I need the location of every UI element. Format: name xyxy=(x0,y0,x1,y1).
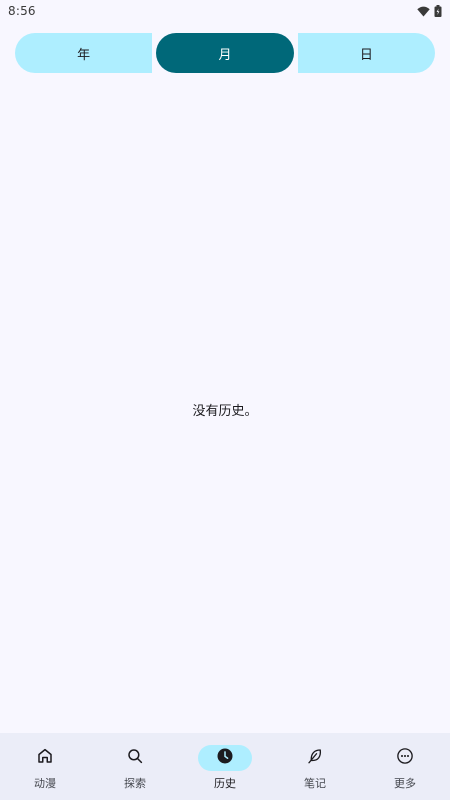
nav-item-history[interactable]: 历史 xyxy=(180,733,270,800)
tab-year[interactable]: 年 xyxy=(15,33,153,73)
battery-icon xyxy=(434,5,442,17)
feather-icon xyxy=(306,747,324,769)
search-icon xyxy=(126,747,144,769)
wifi-icon xyxy=(417,6,430,17)
period-tabs: 年 月 日 xyxy=(15,33,435,73)
history-screen: 8:56 年 月 日 没有历史。 动漫 探索 历史 笔记 更多 xyxy=(0,0,450,800)
tab-year-label: 年 xyxy=(77,47,91,63)
nav-item-explore[interactable]: 探索 xyxy=(90,733,180,800)
tab-month[interactable]: 月 xyxy=(156,33,294,73)
more-icon xyxy=(396,747,414,769)
status-bar: 8:56 xyxy=(0,0,450,22)
empty-history-message: 没有历史。 xyxy=(192,404,258,419)
nav-label-explore: 探索 xyxy=(124,777,146,790)
tab-day[interactable]: 日 xyxy=(297,33,435,73)
tab-month-label: 月 xyxy=(218,47,232,63)
nav-label-history: 历史 xyxy=(214,777,236,790)
nav-label-notes: 笔记 xyxy=(304,777,326,790)
tab-day-label: 日 xyxy=(359,47,373,63)
nav-item-anime[interactable]: 动漫 xyxy=(0,733,90,800)
nav-item-more[interactable]: 更多 xyxy=(360,733,450,800)
status-time: 8:56 xyxy=(8,4,36,18)
nav-label-anime: 动漫 xyxy=(34,777,56,790)
bottom-nav: 动漫 探索 历史 笔记 更多 xyxy=(0,733,450,800)
home-icon xyxy=(36,747,54,769)
clock-icon xyxy=(216,747,234,769)
nav-label-more: 更多 xyxy=(394,777,416,790)
status-icons xyxy=(417,5,442,17)
nav-item-notes[interactable]: 笔记 xyxy=(270,733,360,800)
